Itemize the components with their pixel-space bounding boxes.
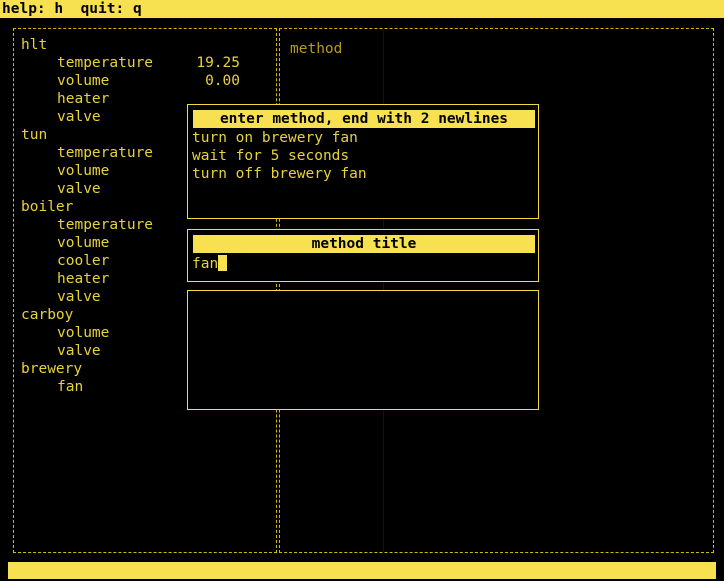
method-title-input[interactable]: fan — [192, 255, 228, 273]
tree-row-label: temperature — [57, 217, 154, 233]
tree-row-label: valve — [57, 343, 101, 359]
tree-row-label: heater — [57, 91, 110, 107]
tree-row-label: boiler — [21, 199, 74, 215]
method-entry-dialog[interactable]: enter method, end with 2 newlines turn o… — [187, 104, 539, 219]
tree-row-label: temperature — [57, 55, 154, 71]
tree-row-label: carboy — [21, 307, 74, 323]
tree-row-label: valve — [57, 109, 101, 125]
tree-row-label: volume — [57, 235, 110, 251]
tree-row[interactable]: hlt — [21, 36, 261, 54]
tree-row-label: cooler — [57, 253, 110, 269]
tree-row-label: valve — [57, 181, 101, 197]
terminal-screen: help: h quit: q method hlt temperature 19.… — [0, 0, 724, 581]
method-entry-line: turn on brewery fan — [192, 130, 358, 146]
tree-row-label: brewery — [21, 361, 83, 377]
right-panel-label: method — [290, 41, 343, 57]
tree-row-label: volume — [57, 73, 110, 89]
method-entry-header: enter method, end with 2 newlines — [193, 110, 535, 128]
tree-row-value: 0.00 — [205, 73, 240, 89]
method-title-value: fan — [192, 256, 219, 272]
tree-row-label: volume — [57, 325, 110, 341]
method-entry-body[interactable]: turn on brewery fan wait for 5 seconds tur… — [192, 129, 536, 183]
method-entry-line: turn off brewery fan — [192, 166, 367, 182]
tree-row-label: volume — [57, 163, 110, 179]
tree-row-label: valve — [57, 289, 101, 305]
tree-row[interactable]: volume 0.00 — [21, 72, 261, 90]
tree-row-label: temperature — [57, 145, 154, 161]
bottom-status-bar — [8, 562, 716, 579]
text-cursor — [218, 255, 228, 271]
tree-row-label: fan — [57, 379, 84, 395]
tree-row-label: tun — [21, 127, 48, 143]
method-title-dialog[interactable]: method title fan — [187, 229, 539, 282]
tree-row-value: 19.25 — [196, 55, 240, 71]
tree-row-label: heater — [57, 271, 110, 287]
top-status-bar: help: h quit: q — [0, 0, 724, 18]
tree-row-label: hlt — [21, 37, 48, 53]
empty-dialog[interactable] — [187, 290, 539, 410]
tree-row[interactable]: temperature 19.25 — [21, 54, 261, 72]
method-entry-line: wait for 5 seconds — [192, 148, 350, 164]
method-title-header: method title — [193, 235, 535, 253]
